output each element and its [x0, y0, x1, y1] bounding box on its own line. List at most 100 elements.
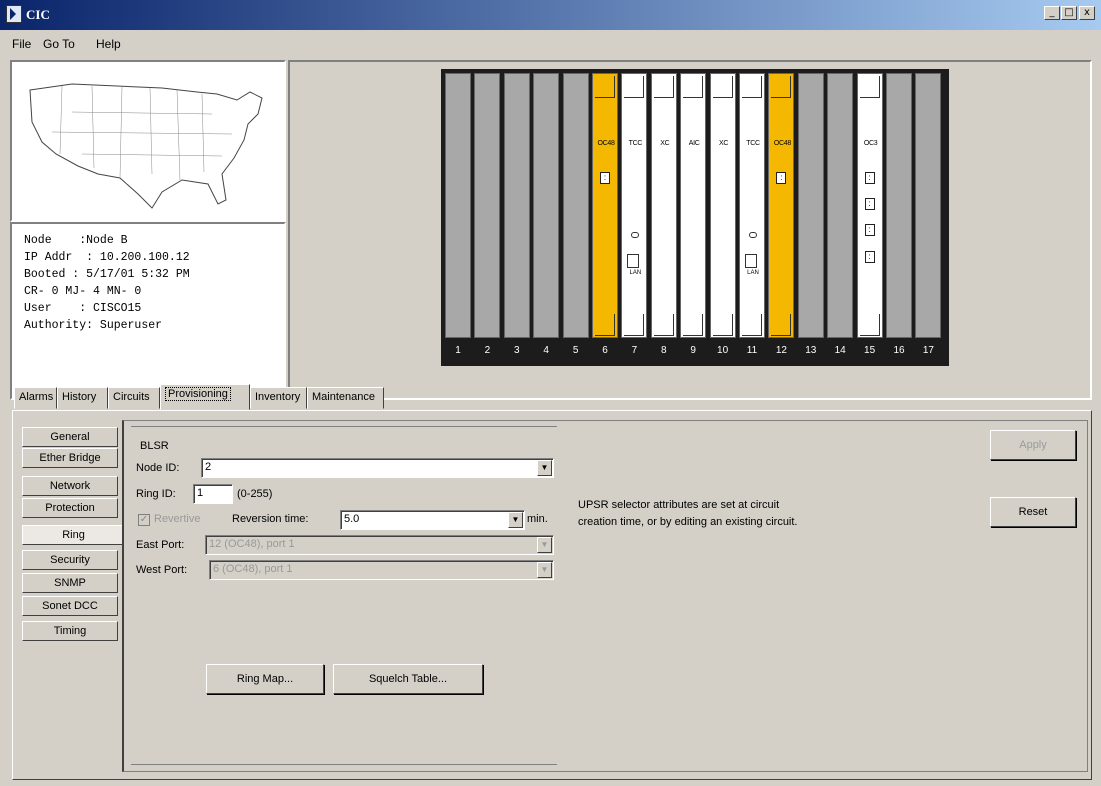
node-id-select[interactable]: 2 ▼ [201, 458, 554, 478]
slot-number-17: 17 [922, 345, 934, 356]
slot-number-1: 1 [455, 345, 461, 356]
tab-circuits[interactable]: Circuits [108, 387, 160, 409]
booted-time: Booted : 5/17/01 5:32 PM [24, 268, 190, 281]
tab-maintenance[interactable]: Maintenance [307, 387, 384, 409]
card-latch [712, 76, 733, 98]
close-button[interactable]: x [1079, 6, 1095, 20]
side-timing[interactable]: Timing [22, 621, 118, 641]
card-latch [771, 76, 792, 98]
side-sonet-dcc[interactable]: Sonet DCC [22, 596, 118, 616]
slot-number-11: 11 [746, 345, 758, 356]
card-latch [742, 76, 762, 98]
node-name: Node :Node B [24, 234, 128, 247]
optical-port-icon: : [776, 172, 787, 184]
chevron-down-icon[interactable]: ▼ [537, 562, 552, 578]
west-port-select[interactable]: 6 (OC48), port 1 ▼ [209, 560, 554, 580]
side-general[interactable]: General [22, 427, 118, 447]
card-latch [624, 314, 645, 336]
slot-number-2: 2 [484, 345, 491, 356]
card-latch [683, 76, 704, 98]
minimize-button[interactable]: _ [1044, 6, 1060, 20]
west-port-label: West Port: [136, 564, 188, 576]
revertive-checkbox[interactable]: ✓ [138, 514, 150, 526]
squelch-table-button[interactable]: Squelch Table... [333, 664, 483, 694]
slot-number-8: 8 [661, 345, 667, 356]
slot-number-16: 16 [893, 345, 905, 356]
slot-13[interactable] [797, 73, 824, 338]
slot-14[interactable] [827, 73, 854, 338]
slot-6[interactable]: OC48: [592, 73, 618, 338]
side-network[interactable]: Network [22, 476, 118, 496]
led-icon [631, 232, 640, 238]
slot-8-label: XC [660, 140, 670, 147]
ring-id-range: (0-255) [237, 488, 273, 500]
tab-provisioning[interactable]: Provisioning [160, 384, 250, 410]
optical-port-icon: : [864, 251, 875, 263]
lan-port-icon [627, 254, 640, 268]
menu-file[interactable]: File [12, 37, 31, 51]
slot-9[interactable]: AIC [680, 73, 707, 338]
east-port-select[interactable]: 12 (OC48), port 1 ▼ [205, 535, 554, 555]
side-snmp[interactable]: SNMP [22, 573, 118, 593]
menu-help[interactable]: Help [96, 37, 121, 51]
slot-4[interactable] [533, 73, 560, 338]
card-latch [712, 314, 733, 336]
ring-id-input[interactable]: 1 [193, 484, 233, 504]
east-port-label: East Port: [136, 539, 185, 551]
slot-15[interactable]: OC3:::: [856, 73, 883, 338]
optical-port-icon: : [864, 198, 875, 210]
side-protection[interactable]: Protection [22, 498, 118, 518]
slot-11-label: TCC [746, 140, 760, 147]
menu-bar [0, 30, 1101, 54]
side-ring[interactable]: Ring [22, 525, 124, 545]
slot-10-label: XC [719, 140, 729, 147]
slot-5[interactable] [562, 73, 589, 338]
chevron-down-icon[interactable]: ▼ [537, 460, 552, 476]
led-icon [749, 232, 757, 238]
card-latch [595, 76, 615, 98]
tab-alarms[interactable]: Alarms [14, 387, 57, 409]
slot-16[interactable] [886, 73, 912, 338]
chevron-down-icon[interactable]: ▼ [537, 537, 552, 553]
slot-8[interactable]: XC [650, 73, 677, 338]
slot-17[interactable] [915, 73, 942, 338]
app-icon[interactable] [6, 5, 22, 23]
chevron-down-icon[interactable]: ▼ [508, 512, 523, 528]
side-security[interactable]: Security [22, 550, 118, 570]
maximize-button[interactable]: □ [1061, 6, 1077, 20]
lan-port-icon [745, 254, 757, 268]
slot-number-7: 7 [631, 345, 638, 356]
us-map-image [29, 83, 263, 209]
upsr-note: UPSR selector attributes are set at circ… [578, 499, 798, 528]
slot-number-6: 6 [602, 345, 608, 356]
window-title: CIC [26, 7, 50, 22]
card-latch [742, 314, 762, 336]
node-id-label: Node ID: [136, 462, 180, 474]
reversion-time-select[interactable]: 5.0 ▼ [340, 510, 525, 530]
card-latch [683, 314, 704, 336]
shelf: 1 2 3 4 5 OC48:6 TCC LAN 7 XC 8 AIC 9 XC 10 TCC LAN 11 OC4… [441, 69, 949, 366]
network-map[interactable] [10, 60, 286, 222]
tab-history[interactable]: History [57, 387, 108, 409]
ring-id-label: Ring ID: [136, 488, 176, 500]
card-latch [771, 314, 792, 336]
slot-10[interactable]: XC [709, 73, 736, 338]
slot-12[interactable]: OC48: [768, 73, 795, 338]
menu-goto[interactable]: Go To [43, 37, 75, 51]
slot-number-5: 5 [572, 345, 579, 356]
slot-1[interactable] [445, 73, 471, 338]
slot-3[interactable] [503, 73, 530, 338]
tab-provisioning-label: Provisioning [165, 387, 231, 401]
ip-address: IP Addr : 10.200.100.12 [24, 251, 190, 264]
reset-button[interactable]: Reset [990, 497, 1076, 527]
slot-11[interactable]: TCC LAN [739, 73, 765, 338]
slot-number-14: 14 [834, 345, 846, 356]
tab-inventory[interactable]: Inventory [250, 387, 307, 409]
slot-7[interactable]: TCC LAN [621, 73, 648, 338]
ring-map-button[interactable]: Ring Map... [206, 664, 324, 694]
card-latch [624, 76, 645, 98]
side-ether-bridge[interactable]: Ether Bridge [22, 448, 118, 468]
apply-button[interactable]: Apply [990, 430, 1076, 460]
slot-2[interactable] [474, 73, 501, 338]
optical-port-icon: : [864, 224, 875, 236]
